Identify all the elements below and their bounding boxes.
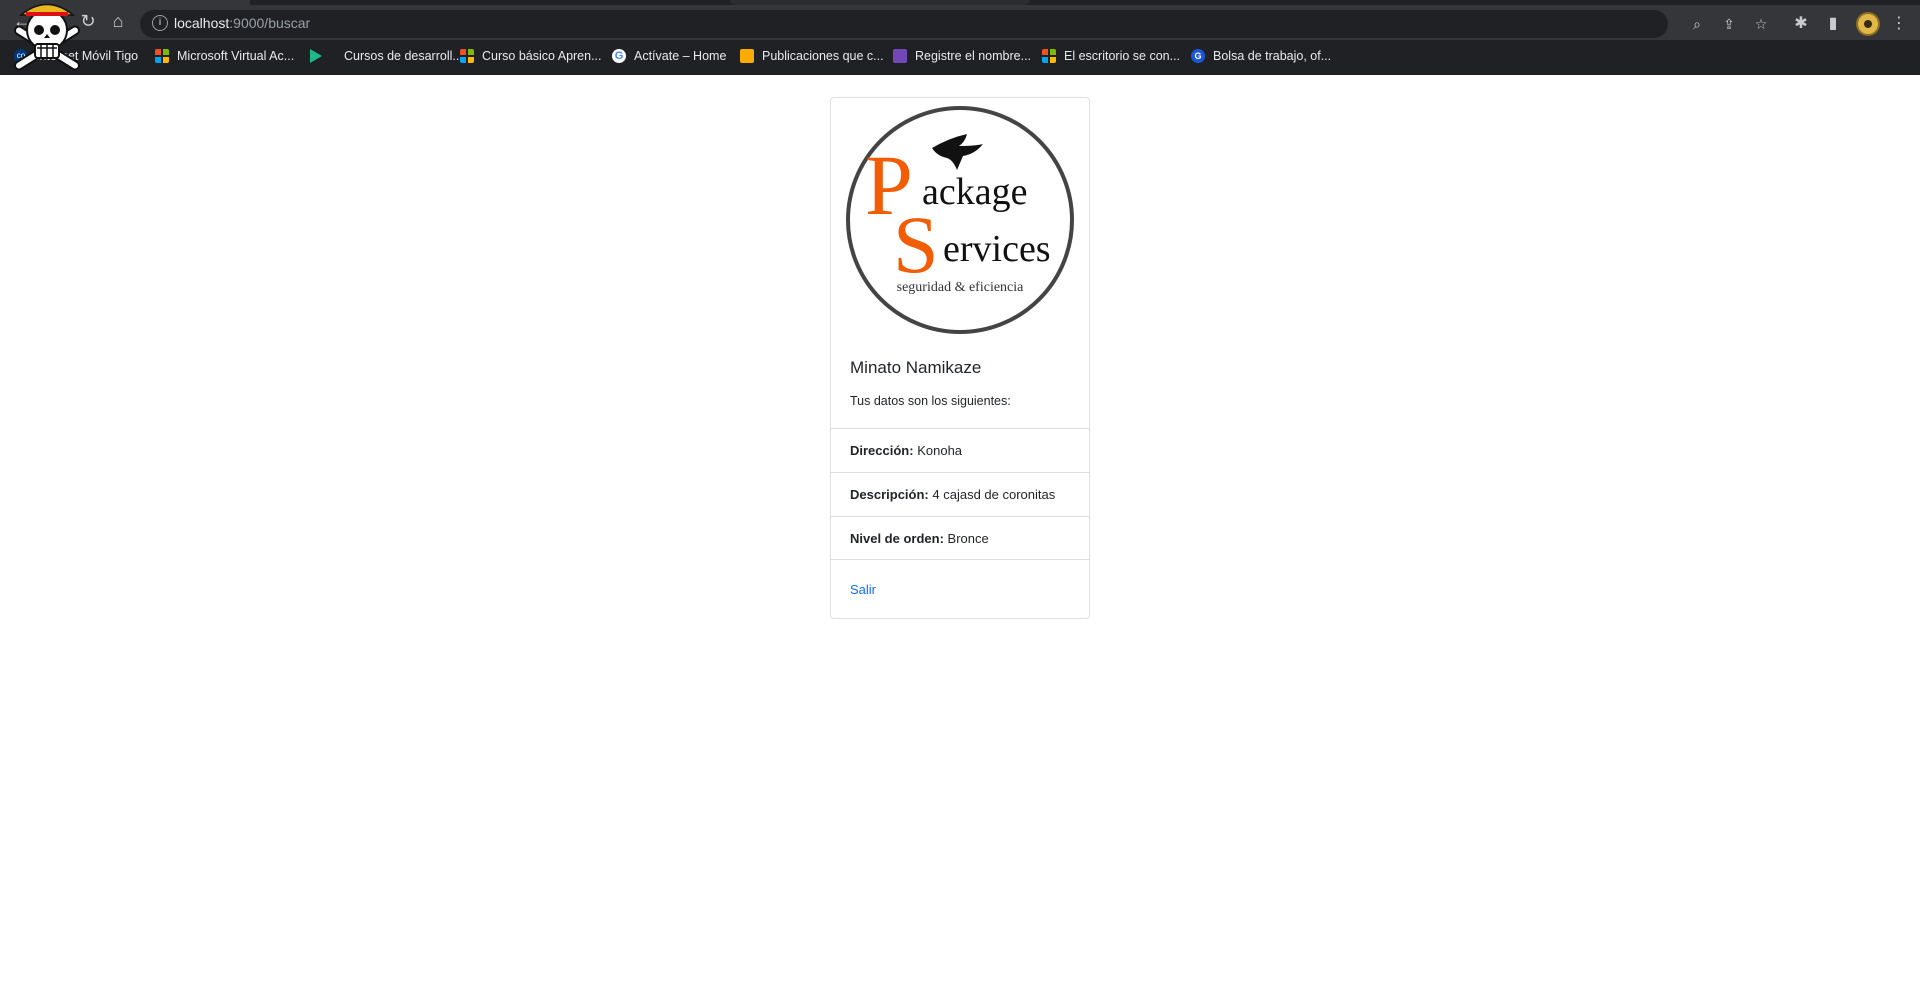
bookmark-item[interactable]: Microsoft Virtual Ac... bbox=[155, 46, 294, 66]
logo-word-services: ervices bbox=[943, 228, 1051, 270]
site-info-icon[interactable]: i bbox=[152, 15, 168, 31]
tab-strip bbox=[250, 0, 1920, 5]
bookmark-item[interactable]: Registre el nombre... bbox=[893, 46, 1031, 66]
bookmark-label: Cursos de desarroll... bbox=[344, 49, 463, 63]
card-subtitle: Tus datos son los siguientes: bbox=[850, 394, 1011, 408]
menu-kebab-icon[interactable]: ⋮ bbox=[1888, 13, 1910, 35]
item-label: Nivel de orden: bbox=[850, 531, 944, 546]
bookmark-item[interactable]: Publicaciones que c... bbox=[740, 46, 884, 66]
bookmark-label: Microsoft Virtual Ac... bbox=[177, 49, 295, 63]
list-item-descripcion: Descripción: 4 cajasd de coronitas bbox=[831, 472, 1089, 516]
package-services-logo: P ackage S ervices seguridad & eficienci… bbox=[846, 106, 1074, 334]
item-label: Dirección: bbox=[850, 443, 914, 458]
exit-link[interactable]: Salir bbox=[850, 582, 876, 597]
bookmark-item[interactable]: Cursos de desarroll... bbox=[310, 46, 463, 66]
bookmark-star-icon[interactable]: ☆ bbox=[1752, 15, 1770, 33]
list-item-direccion: Dirección: Konoha bbox=[831, 428, 1089, 472]
bookmarks-bar: co Internet Móvil Tigo Microsoft Virtual … bbox=[0, 42, 1920, 70]
logo-tagline: seguridad & eficiencia bbox=[897, 280, 1025, 295]
microsoft-icon bbox=[155, 49, 169, 63]
browser-chrome: ← → ↻ ⌂ i localhost:9000/buscar ⌕ ⇪ ☆ ✱ … bbox=[0, 0, 1920, 75]
list-item-nivel: Nivel de orden: Bronce bbox=[831, 516, 1089, 560]
google-icon: G bbox=[612, 49, 626, 63]
bookmark-label: Actívate – Home bbox=[634, 49, 727, 63]
bookmark-item[interactable]: El escritorio se con... bbox=[1042, 46, 1180, 66]
zoom-icon[interactable]: ⌕ bbox=[1688, 15, 1706, 33]
profile-avatar[interactable] bbox=[1856, 12, 1880, 36]
bookmark-label: Publicaciones que c... bbox=[762, 49, 884, 63]
card-title: Minato Namikaze bbox=[850, 358, 982, 377]
order-card: P ackage S ervices seguridad & eficienci… bbox=[830, 97, 1090, 619]
address-url[interactable]: localhost:9000/buscar bbox=[174, 15, 310, 31]
details-list: Dirección: Konoha Descripción: 4 cajasd … bbox=[831, 428, 1089, 560]
url-path: :9000/buscar bbox=[229, 15, 311, 31]
home-icon[interactable]: ⌂ bbox=[106, 9, 130, 33]
address-bar[interactable]: i localhost:9000/buscar ⌕ ⇪ ☆ bbox=[140, 10, 1767, 38]
active-tab[interactable] bbox=[730, 0, 1030, 5]
microsoft-icon bbox=[460, 49, 474, 63]
card-footer: Salir bbox=[831, 560, 1089, 618]
url-host: localhost bbox=[174, 15, 230, 31]
logo-initial-s: S bbox=[893, 199, 939, 290]
bookmark-label: Registre el nombre... bbox=[915, 49, 1032, 63]
straw-hat-skull-icon bbox=[14, 3, 80, 71]
bookmark-label: El escritorio se con... bbox=[1064, 49, 1181, 63]
extensions-icon[interactable]: ✱ bbox=[1790, 13, 1812, 35]
item-value: Bronce bbox=[947, 531, 989, 546]
item-value: 4 cajasd de coronitas bbox=[932, 487, 1056, 502]
side-panel-icon[interactable]: ▮ bbox=[1822, 13, 1844, 35]
bookmark-item[interactable]: Curso básico Apren... bbox=[460, 46, 602, 66]
item-value: Konoha bbox=[917, 443, 963, 458]
microsoft-icon bbox=[1042, 49, 1056, 63]
publications-icon bbox=[740, 49, 754, 63]
share-icon[interactable]: ⇪ bbox=[1720, 15, 1738, 33]
play-icon bbox=[310, 49, 336, 63]
bookmark-label: Curso básico Apren... bbox=[482, 49, 602, 63]
bookmark-label: Bolsa de trabajo, of... bbox=[1213, 49, 1332, 63]
bookmark-item[interactable]: G Actívate – Home bbox=[612, 46, 726, 66]
bookmark-item[interactable]: G Bolsa de trabajo, of... bbox=[1191, 46, 1331, 66]
bolsa-icon: G bbox=[1191, 49, 1205, 63]
form-icon bbox=[893, 49, 907, 63]
item-label: Descripción: bbox=[850, 487, 929, 502]
